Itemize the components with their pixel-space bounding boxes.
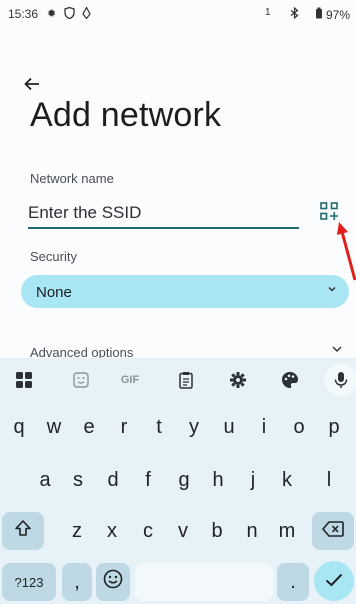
apps-grid-icon[interactable] bbox=[10, 366, 38, 394]
sim-indicator: 1 bbox=[265, 7, 271, 18]
sticker-icon[interactable] bbox=[67, 366, 95, 394]
ssid-input[interactable] bbox=[28, 200, 298, 226]
key-o[interactable]: o bbox=[282, 408, 316, 446]
backspace-key[interactable] bbox=[312, 512, 354, 550]
key-t[interactable]: t bbox=[142, 408, 176, 446]
on-screen-keyboard: GIF q w e r t y u i o p a s d f g h j k … bbox=[0, 358, 356, 604]
key-q[interactable]: q bbox=[2, 408, 36, 446]
backspace-icon bbox=[322, 520, 344, 543]
battery-icon bbox=[315, 7, 326, 22]
key-u[interactable]: u bbox=[212, 408, 246, 446]
key-r[interactable]: r bbox=[107, 408, 141, 446]
settings-icon: ✹ bbox=[47, 8, 57, 20]
microphone-icon[interactable] bbox=[324, 363, 356, 397]
key-e[interactable]: e bbox=[72, 408, 106, 446]
ssid-underline bbox=[28, 227, 299, 229]
key-j[interactable]: j bbox=[236, 461, 270, 499]
back-arrow-icon[interactable] bbox=[20, 72, 44, 96]
annotation-arrow bbox=[337, 222, 356, 281]
key-i[interactable]: i bbox=[247, 408, 281, 446]
shift-key[interactable] bbox=[2, 512, 44, 550]
key-c[interactable]: c bbox=[131, 512, 165, 550]
key-h[interactable]: h bbox=[201, 461, 235, 499]
key-v[interactable]: v bbox=[166, 512, 200, 550]
checkmark-icon bbox=[325, 570, 343, 593]
chevron-down-icon bbox=[327, 283, 337, 297]
shield-icon bbox=[64, 6, 75, 22]
key-k[interactable]: k bbox=[270, 461, 304, 499]
key-g[interactable]: g bbox=[167, 461, 201, 499]
qr-code-scan-icon[interactable] bbox=[319, 201, 339, 221]
enter-key[interactable] bbox=[314, 561, 354, 601]
key-p[interactable]: p bbox=[317, 408, 351, 446]
bluetooth-icon bbox=[290, 6, 299, 22]
key-l[interactable]: l bbox=[312, 461, 346, 499]
security-selected-value: None bbox=[36, 284, 72, 301]
battery-status: 97% bbox=[315, 7, 350, 22]
page-title: Add network bbox=[30, 96, 222, 134]
key-x[interactable]: x bbox=[95, 512, 129, 550]
status-time: 15:36 bbox=[8, 7, 39, 21]
theme-palette-icon[interactable] bbox=[276, 366, 304, 394]
network-name-label: Network name bbox=[30, 171, 114, 186]
key-f[interactable]: f bbox=[131, 461, 165, 499]
key-n[interactable]: n bbox=[235, 512, 269, 550]
battery-percent: 97% bbox=[325, 8, 350, 22]
key-b[interactable]: b bbox=[200, 512, 234, 550]
comma-key[interactable]: , bbox=[62, 563, 92, 601]
emoji-icon bbox=[103, 569, 123, 595]
shift-icon bbox=[14, 519, 32, 543]
gif-button[interactable]: GIF bbox=[116, 366, 144, 394]
clipboard-icon[interactable] bbox=[172, 366, 200, 394]
key-z[interactable]: z bbox=[60, 512, 94, 550]
advanced-options-chevron-icon[interactable] bbox=[331, 343, 343, 358]
emoji-key[interactable] bbox=[96, 563, 130, 601]
key-y[interactable]: y bbox=[177, 408, 211, 446]
symbols-key[interactable]: ?123 bbox=[2, 563, 56, 601]
settings-gear-icon[interactable] bbox=[224, 366, 252, 394]
status-bar: 15:36 ✹ 1 97% bbox=[0, 0, 356, 26]
space-key[interactable] bbox=[135, 563, 273, 601]
key-a[interactable]: a bbox=[28, 461, 62, 499]
key-s[interactable]: s bbox=[61, 461, 95, 499]
security-dropdown[interactable]: None bbox=[21, 275, 349, 308]
period-key[interactable]: . bbox=[277, 563, 309, 601]
security-label: Security bbox=[30, 249, 77, 264]
location-icon bbox=[82, 6, 91, 22]
key-d[interactable]: d bbox=[96, 461, 130, 499]
key-m[interactable]: m bbox=[270, 512, 304, 550]
key-w[interactable]: w bbox=[37, 408, 71, 446]
